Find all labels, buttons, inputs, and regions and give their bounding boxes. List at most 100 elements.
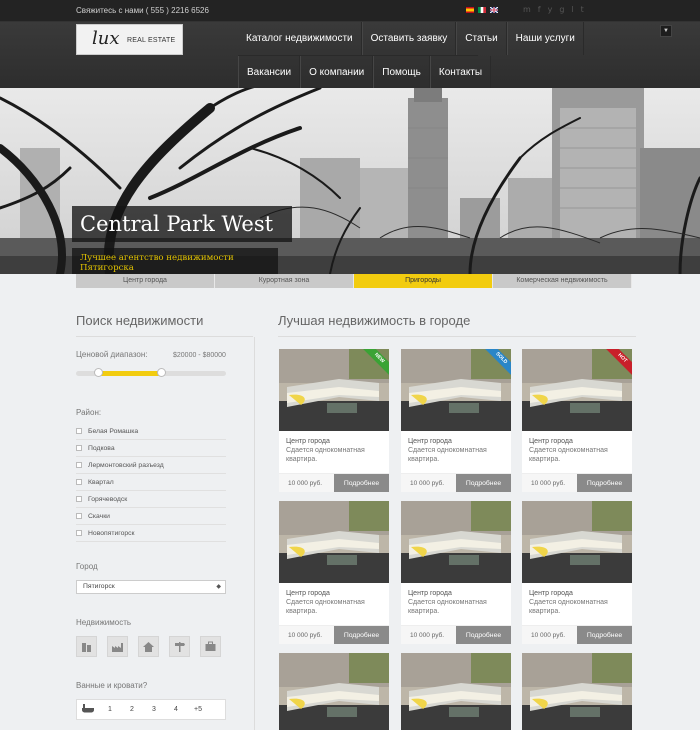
listing-description: Сдается однокомнатная квартира. [529, 599, 608, 615]
tab-suburbs[interactable]: Пригороды [354, 274, 493, 288]
district-option[interactable]: Квартал [76, 474, 226, 491]
logo[interactable]: lux REAL ESTATE [76, 24, 183, 55]
listing-card[interactable] [401, 653, 511, 730]
nav-about[interactable]: О компании [300, 56, 374, 88]
listing-image[interactable] [522, 501, 632, 583]
details-button[interactable]: Подробнее [577, 474, 632, 492]
sofa-photo [401, 501, 511, 583]
district-label: Район: [76, 408, 102, 417]
italy-flag-icon[interactable] [478, 7, 486, 13]
social-icon[interactable]: y [548, 5, 553, 14]
checkbox[interactable] [76, 445, 82, 451]
spain-flag-icon[interactable] [466, 7, 474, 13]
listing-image[interactable]: SOLD [401, 349, 511, 431]
listing-card[interactable]: Центр города Сдается однокомнатная кварти… [401, 501, 511, 644]
tab-commercial[interactable]: Комерческая недвижимость [493, 274, 632, 288]
beds-option[interactable]: 2 [121, 706, 143, 713]
nav-articles[interactable]: Статьи [456, 22, 507, 55]
signpost-icon[interactable] [169, 636, 190, 657]
checkbox[interactable] [76, 428, 82, 434]
details-button[interactable]: Подробнее [577, 626, 632, 644]
social-icon[interactable]: m [523, 5, 531, 14]
listing-price: 10 000 руб. [410, 632, 445, 639]
nav-request[interactable]: Оставить заявку [361, 22, 457, 55]
district-option[interactable]: Лермонтовский разъезд [76, 457, 226, 474]
house-icon[interactable] [138, 636, 159, 657]
linkedin-icon[interactable]: l [571, 5, 573, 14]
sofa-photo [522, 653, 632, 730]
checkbox[interactable] [76, 496, 82, 502]
nav-vacancies[interactable]: Вакансии [238, 56, 301, 88]
listing-card[interactable]: NEW Центр города Сдается однокомнатная ква… [279, 349, 389, 492]
tab-resort-zone[interactable]: Курортная зона [215, 274, 354, 288]
tab-city-center[interactable]: Центр города [76, 274, 215, 288]
listing-image[interactable] [279, 653, 389, 730]
beds-option[interactable]: 1 [99, 706, 121, 713]
listing-card[interactable]: HOT Центр города Сдается однокомнатная ква… [522, 349, 632, 492]
details-button[interactable]: Подробнее [334, 626, 389, 644]
beds-option[interactable]: 3 [143, 706, 165, 713]
district-name: Горячеводск [88, 495, 128, 503]
price-range-value: $20000 - $80000 [173, 352, 226, 359]
listing-card[interactable] [279, 653, 389, 730]
listing-image[interactable] [401, 501, 511, 583]
listing-price: 10 000 руб. [288, 632, 323, 639]
slider-min-handle[interactable] [94, 368, 103, 377]
slider-max-handle[interactable] [157, 368, 166, 377]
city-select[interactable]: Пятигорск ◆ [76, 580, 226, 594]
hero-title-box: Central Park West [72, 206, 292, 242]
top-bar: Свяжитесь с нами ( 555 ) 2216 6526 m f y… [0, 0, 700, 22]
listing-category: Центр города [408, 590, 452, 597]
listing-image[interactable] [279, 501, 389, 583]
beds-option[interactable]: +5 [187, 706, 209, 713]
city-park-image [0, 88, 700, 274]
briefcase-icon[interactable] [200, 636, 221, 657]
beds-label: Ванные и кровати? [76, 681, 148, 690]
district-option[interactable]: Скачки [76, 508, 226, 525]
district-option[interactable]: Горячеводск [76, 491, 226, 508]
checkbox[interactable] [76, 530, 82, 536]
listing-category: Центр города [408, 438, 452, 445]
listing-price: 10 000 руб. [531, 632, 566, 639]
listing-card[interactable] [522, 653, 632, 730]
facebook-icon[interactable]: f [538, 5, 541, 14]
checkbox[interactable] [76, 479, 82, 485]
uk-flag-icon[interactable] [490, 7, 498, 13]
sofa-photo [279, 349, 389, 431]
dropdown-toggle-button[interactable]: ▼ [660, 25, 672, 37]
checkbox[interactable] [76, 513, 82, 519]
details-button[interactable]: Подробнее [456, 626, 511, 644]
details-button[interactable]: Подробнее [456, 474, 511, 492]
twitter-icon[interactable]: t [581, 5, 584, 14]
listing-card[interactable]: SOLD Центр города Сдается однокомнатная кв… [401, 349, 511, 492]
building-icon[interactable] [76, 636, 97, 657]
listing-category: Центр города [286, 438, 330, 445]
listing-image[interactable] [401, 653, 511, 730]
listing-card[interactable]: Центр города Сдается однокомнатная кварти… [522, 501, 632, 644]
price-range-slider[interactable] [76, 368, 226, 377]
listing-category: Центр города [529, 438, 573, 445]
checkbox[interactable] [76, 462, 82, 468]
listing-price: 10 000 руб. [288, 480, 323, 487]
beds-option[interactable]: 4 [165, 706, 187, 713]
divider [76, 336, 253, 337]
factory-icon[interactable] [107, 636, 128, 657]
district-option[interactable]: Подкова [76, 440, 226, 457]
listing-card[interactable]: Центр города Сдается однокомнатная кварти… [279, 501, 389, 644]
nav-contacts[interactable]: Контакты [429, 56, 492, 88]
chevron-updown-icon: ◆ [216, 584, 221, 590]
listing-image[interactable]: NEW [279, 349, 389, 431]
nav-services[interactable]: Наши услуги [506, 22, 584, 55]
district-option[interactable]: Белая Ромашка [76, 423, 226, 440]
district-name: Лермонтовский разъезд [88, 461, 164, 469]
listing-image[interactable] [522, 653, 632, 730]
listing-image[interactable]: HOT [522, 349, 632, 431]
nav-catalog[interactable]: Каталог недвижимости [238, 22, 362, 55]
details-button[interactable]: Подробнее [334, 474, 389, 492]
nav-help[interactable]: Помощь [373, 56, 430, 88]
sofa-photo [522, 349, 632, 431]
district-option[interactable]: Новопятигорск [76, 525, 226, 542]
google-icon[interactable]: g [559, 5, 564, 14]
city-select-value: Пятигорск [83, 583, 115, 590]
property-type-buttons [76, 636, 221, 657]
